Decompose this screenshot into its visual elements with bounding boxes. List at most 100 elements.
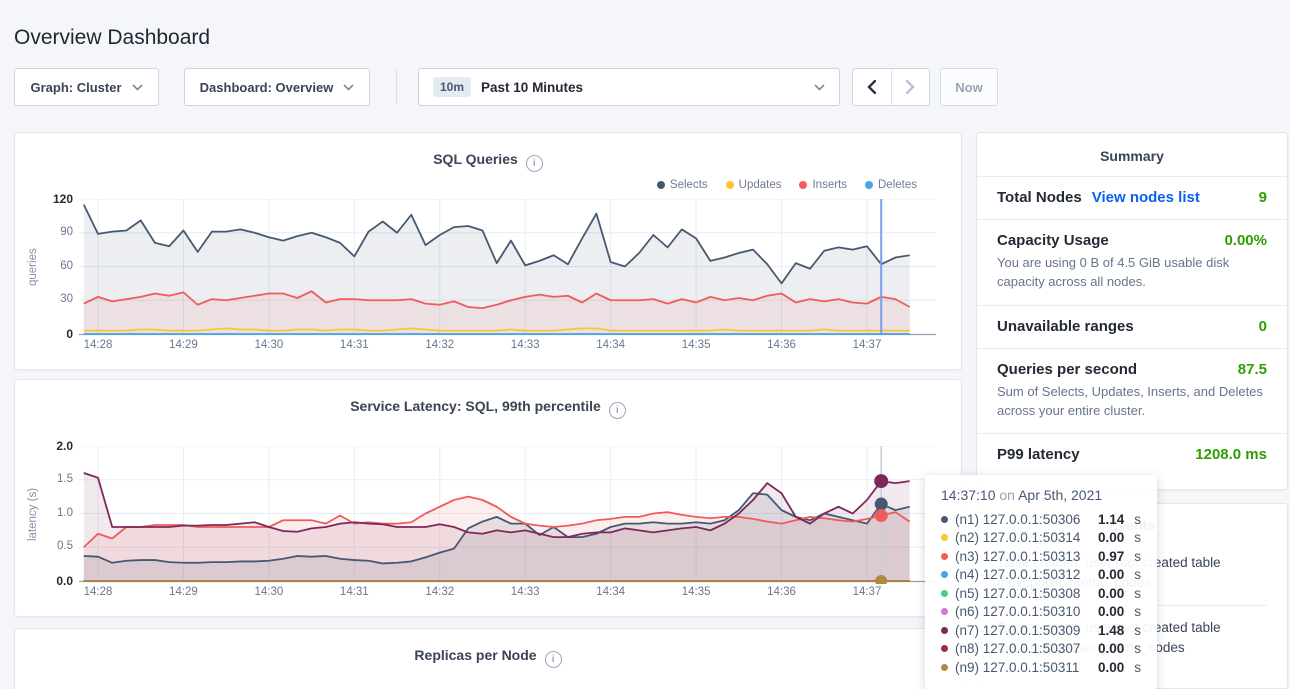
chart-title: Service Latency: SQL, 99th percentilei (15, 398, 961, 419)
summary-row: Total NodesView nodes list9 (977, 176, 1287, 219)
time-forward-button[interactable] (891, 69, 930, 105)
latency-unit: s (1134, 660, 1141, 675)
summary-row: Queries per second87.5Sum of Selects, Up… (977, 348, 1287, 434)
x-tick-label: 14:34 (596, 586, 625, 598)
y-tick-label: 60 (39, 260, 73, 272)
x-tick-label: 14:35 (682, 339, 711, 351)
graph-selector-label: Graph: Cluster (30, 80, 121, 95)
x-tick-label: 14:29 (169, 339, 198, 351)
node-latency-value: 0.00 (1098, 567, 1124, 582)
legend-dot-icon (865, 181, 873, 189)
legend-label: Updates (739, 179, 782, 191)
y-tick-label: 0.0 (39, 574, 73, 588)
latency-unit: s (1134, 586, 1141, 601)
node-address: (n7) 127.0.0.1:50309 (955, 623, 1091, 638)
time-step-button-group (852, 68, 930, 106)
legend-item[interactable]: Inserts (799, 179, 847, 191)
x-tick-label: 14:36 (767, 339, 796, 351)
tooltip-node-row: (n8) 127.0.0.1:503070.00s (941, 640, 1141, 659)
info-icon[interactable]: i (609, 402, 626, 419)
summary-value: 0 (1259, 318, 1267, 335)
info-icon[interactable]: i (545, 651, 562, 668)
tooltip-node-row: (n9) 127.0.0.1:50311 0.00 s (941, 658, 1141, 677)
summary-label: Unavailable ranges (997, 318, 1134, 335)
node-color-dot-icon (941, 534, 948, 541)
node-color-dot-icon (941, 516, 948, 523)
tooltip-node-row: (n7) 127.0.0.1:503091.48s (941, 621, 1141, 640)
y-tick-label: 2.0 (39, 439, 73, 453)
summary-row: Capacity Usage 0.00% You are using 0 B of … (977, 219, 1287, 305)
x-tick-label: 14:28 (84, 586, 113, 598)
node-address: (n3) 127.0.0.1:50313 (955, 549, 1091, 564)
chevron-down-icon (814, 84, 825, 91)
legend-item[interactable]: Selects (657, 179, 708, 191)
node-color-dot-icon (941, 664, 948, 671)
tooltip-node-row: (n4) 127.0.0.1:503120.00s (941, 566, 1141, 585)
legend-dot-icon (726, 181, 734, 189)
node-latency-value: 0.00 (1098, 604, 1124, 619)
node-address: (n9) 127.0.0.1:50311 (955, 660, 1091, 675)
page-title: Overview Dashboard (14, 26, 210, 50)
node-color-dot-icon (941, 571, 948, 578)
legend-label: Inserts (812, 179, 847, 191)
x-tick-label: 14:30 (254, 586, 283, 598)
chevron-down-icon (343, 84, 354, 91)
info-icon[interactable]: i (526, 155, 543, 172)
tooltip-rows: (n1) 127.0.0.1:503061.14s(n2) 127.0.0.1:… (941, 510, 1141, 677)
node-latency-value: 0.00 (1098, 641, 1124, 656)
plot-svg[interactable] (79, 446, 937, 584)
summary-value: 0.00% (1224, 232, 1267, 249)
x-tick-label: 14:32 (425, 586, 454, 598)
x-tick-label: 14:36 (767, 586, 796, 598)
node-address: (n4) 127.0.0.1:50312 (955, 567, 1091, 582)
x-tick-label: 14:35 (682, 586, 711, 598)
chevron-right-icon (906, 80, 915, 94)
node-address: (n8) 127.0.0.1:50307 (955, 641, 1091, 656)
tooltip-node-row: (n6) 127.0.0.1:503100.00s (941, 603, 1141, 622)
view-nodes-list-link[interactable]: View nodes list (1092, 189, 1200, 206)
summary-label: Capacity Usage (997, 232, 1109, 249)
legend-item[interactable]: Deletes (865, 179, 917, 191)
summary-value: 1208.0 ms (1195, 446, 1267, 463)
legend-item[interactable]: Updates (726, 179, 782, 191)
node-address: (n2) 127.0.0.1:50314 (955, 530, 1091, 545)
y-tick-label: 1.5 (39, 473, 73, 485)
node-latency-value: 0.00 (1098, 660, 1124, 675)
node-latency-value: 1.14 (1098, 512, 1124, 527)
x-tick-label: 14:33 (511, 586, 540, 598)
y-tick-label: 0 (39, 327, 73, 341)
time-range-selector[interactable]: 10m Past 10 Minutes (418, 68, 840, 106)
node-color-dot-icon (941, 645, 948, 652)
y-tick-label: 120 (39, 192, 73, 206)
chart-title: Replicas per Nodei (15, 647, 961, 668)
now-button[interactable]: Now (940, 68, 998, 106)
node-color-dot-icon (941, 627, 948, 634)
node-color-dot-icon (941, 608, 948, 615)
time-backward-button[interactable] (853, 69, 891, 105)
node-latency-value: 0.97 (1098, 549, 1124, 564)
x-tick-label: 14:31 (340, 339, 369, 351)
summary-description: You are using 0 B of 4.5 GiB usable disk… (997, 254, 1267, 292)
x-tick-label: 14:37 (853, 339, 882, 351)
x-tick-label: 14:34 (596, 339, 625, 351)
node-latency-value: 0.00 (1098, 530, 1124, 545)
y-tick-label: 90 (39, 226, 73, 238)
summary-description: Sum of Selects, Updates, Inserts, and De… (997, 383, 1267, 421)
legend-dot-icon (799, 181, 807, 189)
x-tick-label: 14:28 (84, 339, 113, 351)
summary-title: Summary (977, 133, 1287, 176)
chart-title: SQL Queriesi (15, 151, 961, 172)
dashboard-selector[interactable]: Dashboard: Overview (184, 68, 370, 106)
summary-label: Total Nodes (997, 189, 1082, 206)
chevron-down-icon (132, 84, 143, 91)
toolbar-divider (396, 70, 397, 104)
graph-selector[interactable]: Graph: Cluster (14, 68, 159, 106)
latency-unit: s (1134, 530, 1141, 545)
node-latency-value: 1.48 (1098, 623, 1124, 638)
tooltip-timestamp: 14:37:10 on Apr 5th, 2021 (941, 487, 1141, 503)
x-tick-label: 14:32 (425, 339, 454, 351)
summary-panel: Summary Total NodesView nodes list9Capac… (976, 132, 1288, 490)
plot-svg[interactable] (79, 199, 937, 337)
node-color-dot-icon (941, 590, 948, 597)
x-tick-label: 14:30 (254, 339, 283, 351)
